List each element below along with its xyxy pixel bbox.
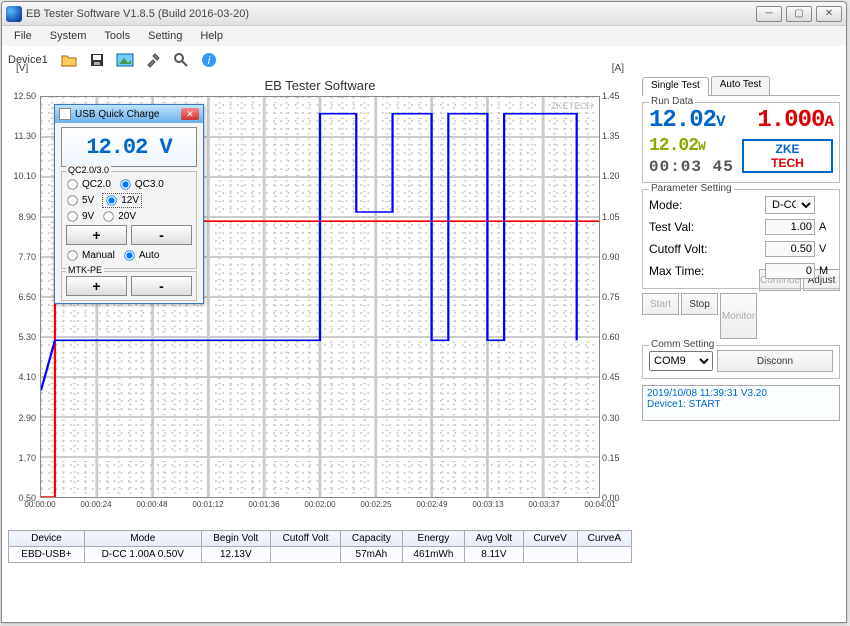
menubar: File System Tools Setting Help: [2, 26, 846, 46]
app-icon: [6, 6, 22, 22]
mtk-plus-button[interactable]: +: [66, 276, 127, 296]
usb-quick-charge-dialog: USB Quick Charge ✕ 12.02 V QC2.0/3.0 QC2…: [54, 104, 204, 304]
toolbar: Device1 i: [2, 46, 846, 74]
mtk-minus-button[interactable]: -: [131, 276, 192, 296]
info-icon[interactable]: i: [198, 50, 220, 70]
time-readout: 00:03 45: [649, 158, 734, 176]
results-table: DeviceModeBegin VoltCutoff VoltCapacityE…: [8, 530, 632, 563]
com-port-select[interactable]: COM9: [649, 351, 713, 371]
auto-radio[interactable]: Auto: [123, 249, 160, 262]
test-tabs: Single Test Auto Test: [642, 76, 840, 96]
open-icon[interactable]: [58, 50, 80, 70]
main-window: EB Tester Software V1.8.5 (Build 2016-03…: [1, 1, 847, 623]
menu-setting[interactable]: Setting: [140, 29, 190, 43]
mode-select[interactable]: D-CC: [765, 196, 815, 214]
mtk-group: MTK-PE + -: [61, 271, 197, 301]
close-button[interactable]: ✕: [816, 6, 842, 22]
tab-single-test[interactable]: Single Test: [642, 77, 709, 96]
tab-auto-test[interactable]: Auto Test: [711, 76, 771, 95]
y-left-label: [V]: [16, 63, 28, 74]
qc30-radio[interactable]: QC3.0: [119, 178, 164, 191]
cutoff-volt-input[interactable]: [765, 241, 815, 257]
12v-radio[interactable]: 12V: [102, 193, 142, 208]
voltage-readout: 12.02: [649, 107, 716, 134]
comm-panel: Comm Setting COM9 Disconn: [642, 345, 840, 379]
manual-radio[interactable]: Manual: [66, 249, 115, 262]
qc-minus-button[interactable]: -: [131, 225, 192, 245]
image-icon[interactable]: [114, 50, 136, 70]
menu-tools[interactable]: Tools: [96, 29, 138, 43]
disconnect-button[interactable]: Disconn: [717, 350, 833, 372]
popup-close-button[interactable]: ✕: [181, 108, 199, 120]
maximize-button[interactable]: ▢: [786, 6, 812, 22]
zketech-logo: ZKETECH: [742, 139, 833, 173]
tools-icon[interactable]: [142, 50, 164, 70]
status-log: 2019/10/08 11:39:31 V3.20 Device1: START: [642, 385, 840, 421]
qc20-radio[interactable]: QC2.0: [66, 178, 111, 191]
chart-title: EB Tester Software: [8, 78, 632, 93]
max-time-input[interactable]: [765, 263, 815, 279]
qc-plus-button[interactable]: +: [66, 225, 127, 245]
current-readout: 1.000: [757, 107, 824, 134]
start-button[interactable]: Start: [642, 293, 679, 315]
save-icon[interactable]: [86, 50, 108, 70]
minimize-button[interactable]: ─: [756, 6, 782, 22]
monitor-button[interactable]: Monitor: [720, 293, 757, 339]
window-title: EB Tester Software V1.8.5 (Build 2016-03…: [26, 8, 756, 20]
watermark: ZKETECH: [551, 101, 593, 111]
9v-radio[interactable]: 9V: [66, 210, 94, 223]
popup-title: USB Quick Charge: [75, 109, 159, 120]
y-right-label: [A]: [612, 63, 624, 74]
20v-radio[interactable]: 20V: [102, 210, 136, 223]
usb-icon: [59, 108, 71, 120]
search-icon[interactable]: [170, 50, 192, 70]
run-data-panel: Run Data 12.02V 1.000A 12.02W ZKETECH 00…: [642, 102, 840, 183]
popup-titlebar[interactable]: USB Quick Charge ✕: [55, 105, 203, 123]
parameter-panel: Parameter Setting Mode:D-CC Test Val:A C…: [642, 189, 840, 289]
qc-group: QC2.0/3.0 QC2.0 QC3.0 5V 12V 9V 20V +: [61, 171, 197, 269]
test-val-input[interactable]: [765, 219, 815, 235]
5v-radio[interactable]: 5V: [66, 193, 94, 208]
power-readout: 12.02: [649, 136, 698, 156]
titlebar: EB Tester Software V1.8.5 (Build 2016-03…: [2, 2, 846, 26]
menu-help[interactable]: Help: [192, 29, 231, 43]
stop-button[interactable]: Stop: [681, 293, 718, 315]
menu-system[interactable]: System: [42, 29, 95, 43]
menu-file[interactable]: File: [6, 29, 40, 43]
qc-voltage-display: 12.02 V: [61, 127, 197, 167]
